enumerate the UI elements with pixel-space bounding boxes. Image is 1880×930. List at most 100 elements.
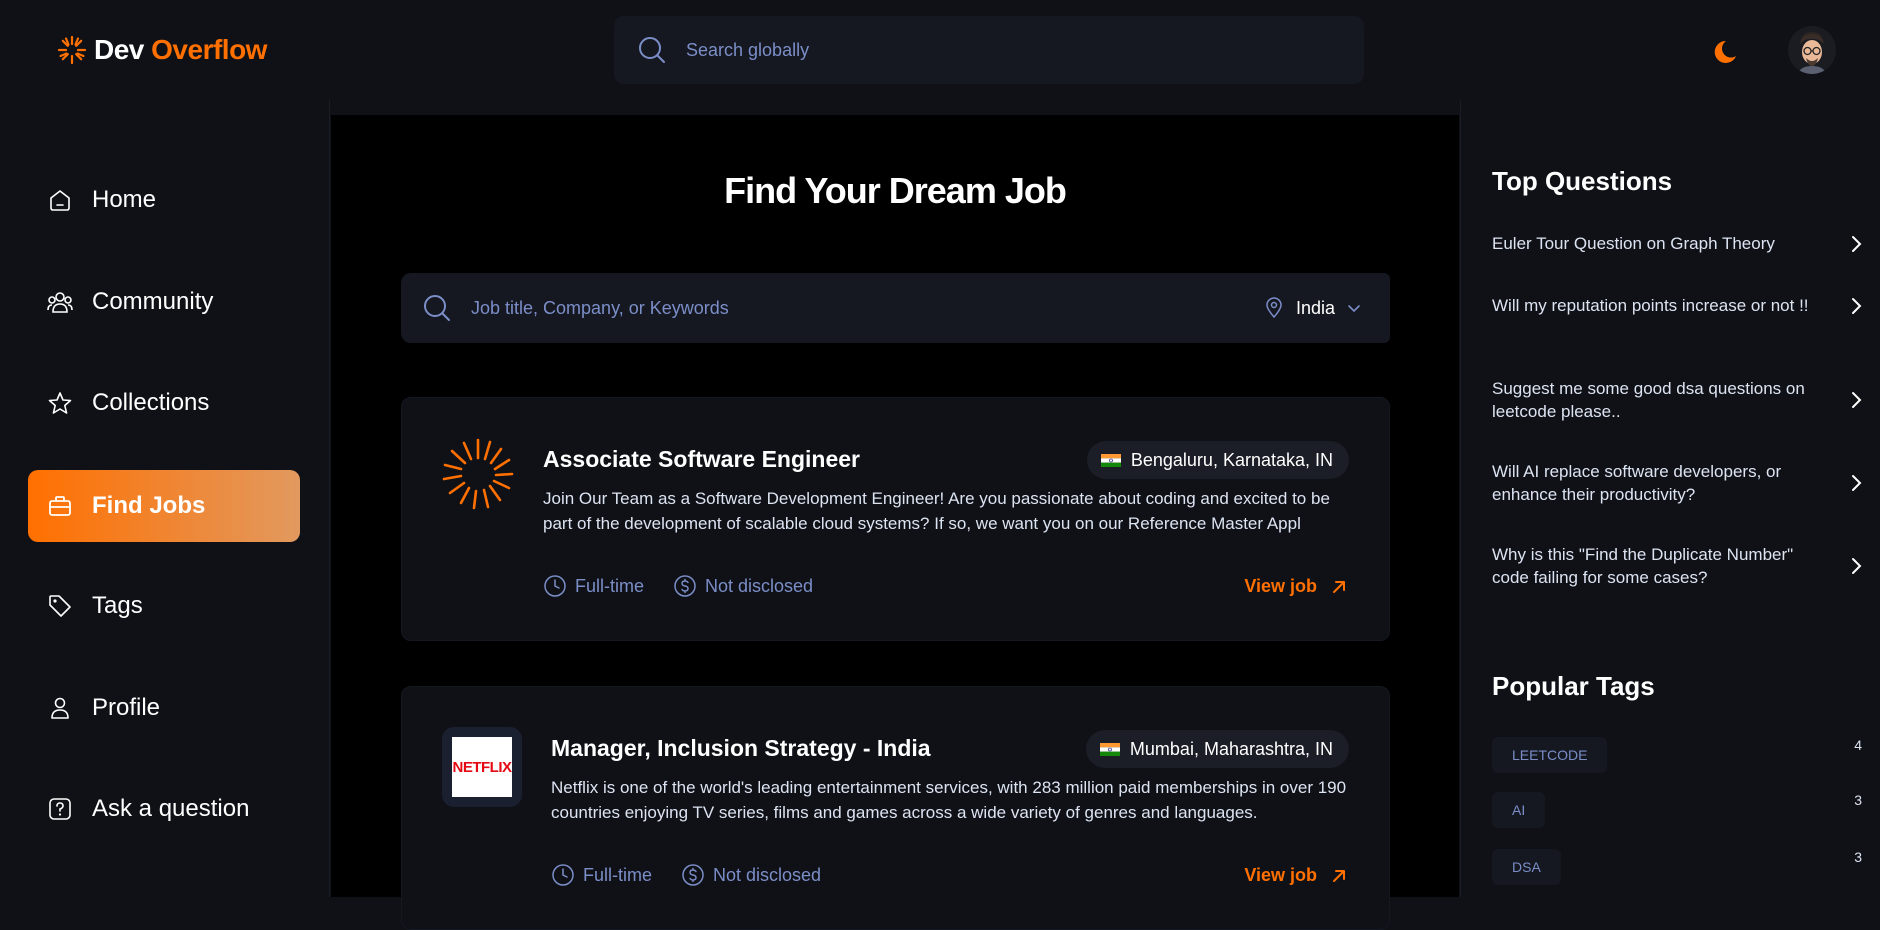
avatar[interactable] bbox=[1788, 26, 1836, 74]
job-search-input[interactable] bbox=[471, 288, 1281, 328]
clock-icon bbox=[544, 575, 566, 597]
app-logo[interactable]: Dev Overflow bbox=[56, 32, 267, 68]
question-icon bbox=[46, 795, 74, 823]
tag-row: AI 3 bbox=[1492, 792, 1862, 828]
sidebar-item-community[interactable]: Community bbox=[28, 266, 300, 338]
question-item[interactable]: Will my reputation points increase or no… bbox=[1492, 294, 1862, 317]
job-salary: Not disclosed bbox=[681, 863, 821, 887]
job-description: Join Our Team as a Software Development … bbox=[543, 489, 1330, 533]
logo-sunburst-icon bbox=[57, 35, 87, 65]
company-logo bbox=[442, 438, 514, 510]
sidebar-item-label: Collections bbox=[92, 389, 210, 416]
location-dropdown[interactable]: India bbox=[1235, 273, 1390, 343]
top-navbar: Dev Overflow bbox=[0, 0, 1880, 100]
chevron-right-icon bbox=[1852, 235, 1862, 252]
user-icon bbox=[46, 694, 74, 722]
sidebar-item-label: Community bbox=[92, 288, 214, 315]
dollar-icon bbox=[674, 575, 696, 597]
sidebar-item-label: Profile bbox=[92, 694, 161, 721]
sidebar-item-label: Ask a question bbox=[92, 795, 250, 822]
job-employment-type: Full-time bbox=[543, 574, 644, 598]
salary-text: Not disclosed bbox=[705, 575, 814, 596]
clock-icon bbox=[552, 864, 574, 886]
tag-row: DSA 3 bbox=[1492, 849, 1862, 885]
tag-icon bbox=[46, 592, 74, 620]
sidebar-item-find-jobs[interactable]: Find Jobs bbox=[28, 470, 300, 542]
job-location-text: Mumbai, Maharashtra, IN bbox=[1129, 738, 1333, 759]
question-text: Suggest me some good dsa questions on le… bbox=[1492, 379, 1805, 421]
tag-count: 3 bbox=[1854, 849, 1862, 865]
sidebar-item-profile[interactable]: Profile bbox=[28, 672, 300, 744]
main-content: Find Your Dream Job India bbox=[331, 115, 1459, 930]
tag-pill[interactable]: AI bbox=[1492, 792, 1546, 828]
logo-text-dev: Dev bbox=[94, 34, 144, 65]
dollar-icon bbox=[682, 864, 704, 886]
moon-icon[interactable] bbox=[1714, 36, 1744, 66]
logo-text-overflow: Overflow bbox=[151, 34, 267, 65]
top-questions-heading: Top Questions bbox=[1492, 166, 1673, 196]
job-salary: Not disclosed bbox=[673, 574, 813, 598]
star-icon bbox=[46, 389, 74, 417]
chevron-right-icon bbox=[1852, 297, 1862, 314]
job-location-badge: Bengaluru, Karnataka, IN bbox=[1086, 441, 1349, 479]
tag-count: 3 bbox=[1854, 792, 1862, 808]
question-text: Will AI replace software developers, or … bbox=[1492, 462, 1782, 504]
sidebar-item-label: Home bbox=[92, 186, 157, 213]
sidebar-item-tags[interactable]: Tags bbox=[28, 570, 300, 642]
company-logo-text: NETFLIX bbox=[452, 758, 513, 776]
question-item[interactable]: Will AI replace software developers, or … bbox=[1492, 460, 1862, 506]
left-sidebar: Home Community Collections Find Jobs Tag… bbox=[0, 100, 330, 897]
salary-text: Not disclosed bbox=[713, 864, 822, 885]
arrow-up-right-icon bbox=[1333, 580, 1345, 593]
arrow-up-right-icon bbox=[1333, 869, 1345, 882]
sidebar-item-label: Find Jobs bbox=[92, 492, 206, 519]
job-title[interactable]: Associate Software Engineer bbox=[543, 446, 860, 473]
question-text: Euler Tour Question on Graph Theory bbox=[1492, 234, 1775, 253]
sidebar-item-collections[interactable]: Collections bbox=[28, 367, 300, 439]
job-search-bar[interactable] bbox=[401, 273, 1281, 343]
job-title[interactable]: Manager, Inclusion Strategy - India bbox=[551, 735, 931, 762]
location-pin-icon bbox=[1266, 297, 1282, 319]
home-icon bbox=[46, 186, 74, 214]
sidebar-item-label: Tags bbox=[92, 592, 143, 619]
sidebar-item-home[interactable]: Home bbox=[28, 164, 300, 236]
popular-tags-heading: Popular Tags bbox=[1492, 671, 1655, 701]
chevron-right-icon bbox=[1852, 392, 1862, 408]
chevron-right-icon bbox=[1852, 558, 1862, 574]
search-icon bbox=[639, 37, 665, 63]
job-location-badge: Mumbai, Maharashtra, IN bbox=[1085, 730, 1349, 768]
tag-pill[interactable]: DSA bbox=[1492, 849, 1561, 885]
employment-type-text: Full-time bbox=[583, 864, 653, 885]
view-job-link[interactable]: View job bbox=[1244, 576, 1347, 597]
avatar-image bbox=[1788, 26, 1836, 74]
job-description: Netflix is one of the world's leading en… bbox=[551, 778, 1347, 822]
job-employment-type: Full-time bbox=[551, 863, 652, 887]
right-sidebar: Top Questions Euler Tour Question on Gra… bbox=[1460, 100, 1880, 897]
job-card: Associate Software Engineer Bengaluru, K… bbox=[401, 397, 1390, 641]
india-flag-icon bbox=[1099, 742, 1120, 756]
question-item[interactable]: Suggest me some good dsa questions on le… bbox=[1492, 377, 1862, 423]
global-search-input[interactable] bbox=[686, 30, 1364, 70]
view-job-link[interactable]: View job bbox=[1244, 865, 1347, 886]
tag-count: 4 bbox=[1854, 737, 1862, 753]
india-flag-icon bbox=[1100, 453, 1121, 467]
question-text: Why is this "Find the Duplicate Number" … bbox=[1492, 545, 1794, 587]
users-icon bbox=[46, 288, 74, 316]
briefcase-icon bbox=[46, 492, 74, 520]
view-job-label: View job bbox=[1244, 865, 1317, 885]
question-item[interactable]: Why is this "Find the Duplicate Number" … bbox=[1492, 543, 1862, 589]
employment-type-text: Full-time bbox=[575, 575, 645, 596]
chevron-down-icon bbox=[1348, 305, 1360, 313]
question-text: Will my reputation points increase or no… bbox=[1492, 296, 1809, 315]
job-location-text: Bengaluru, Karnataka, IN bbox=[1130, 449, 1333, 470]
search-icon bbox=[424, 295, 450, 321]
location-selected-value: India bbox=[1295, 297, 1336, 318]
view-job-label: View job bbox=[1244, 576, 1317, 596]
tag-pill[interactable]: LEETCODE bbox=[1492, 737, 1608, 773]
question-item[interactable]: Euler Tour Question on Graph Theory bbox=[1492, 232, 1862, 255]
global-search-bar[interactable] bbox=[614, 16, 1364, 84]
job-card: NETFLIX Manager, Inclusion Strategy - In… bbox=[401, 686, 1390, 930]
chevron-right-icon bbox=[1852, 475, 1862, 491]
tag-row: LEETCODE 4 bbox=[1492, 737, 1862, 773]
sidebar-item-ask-question[interactable]: Ask a question bbox=[28, 773, 300, 845]
